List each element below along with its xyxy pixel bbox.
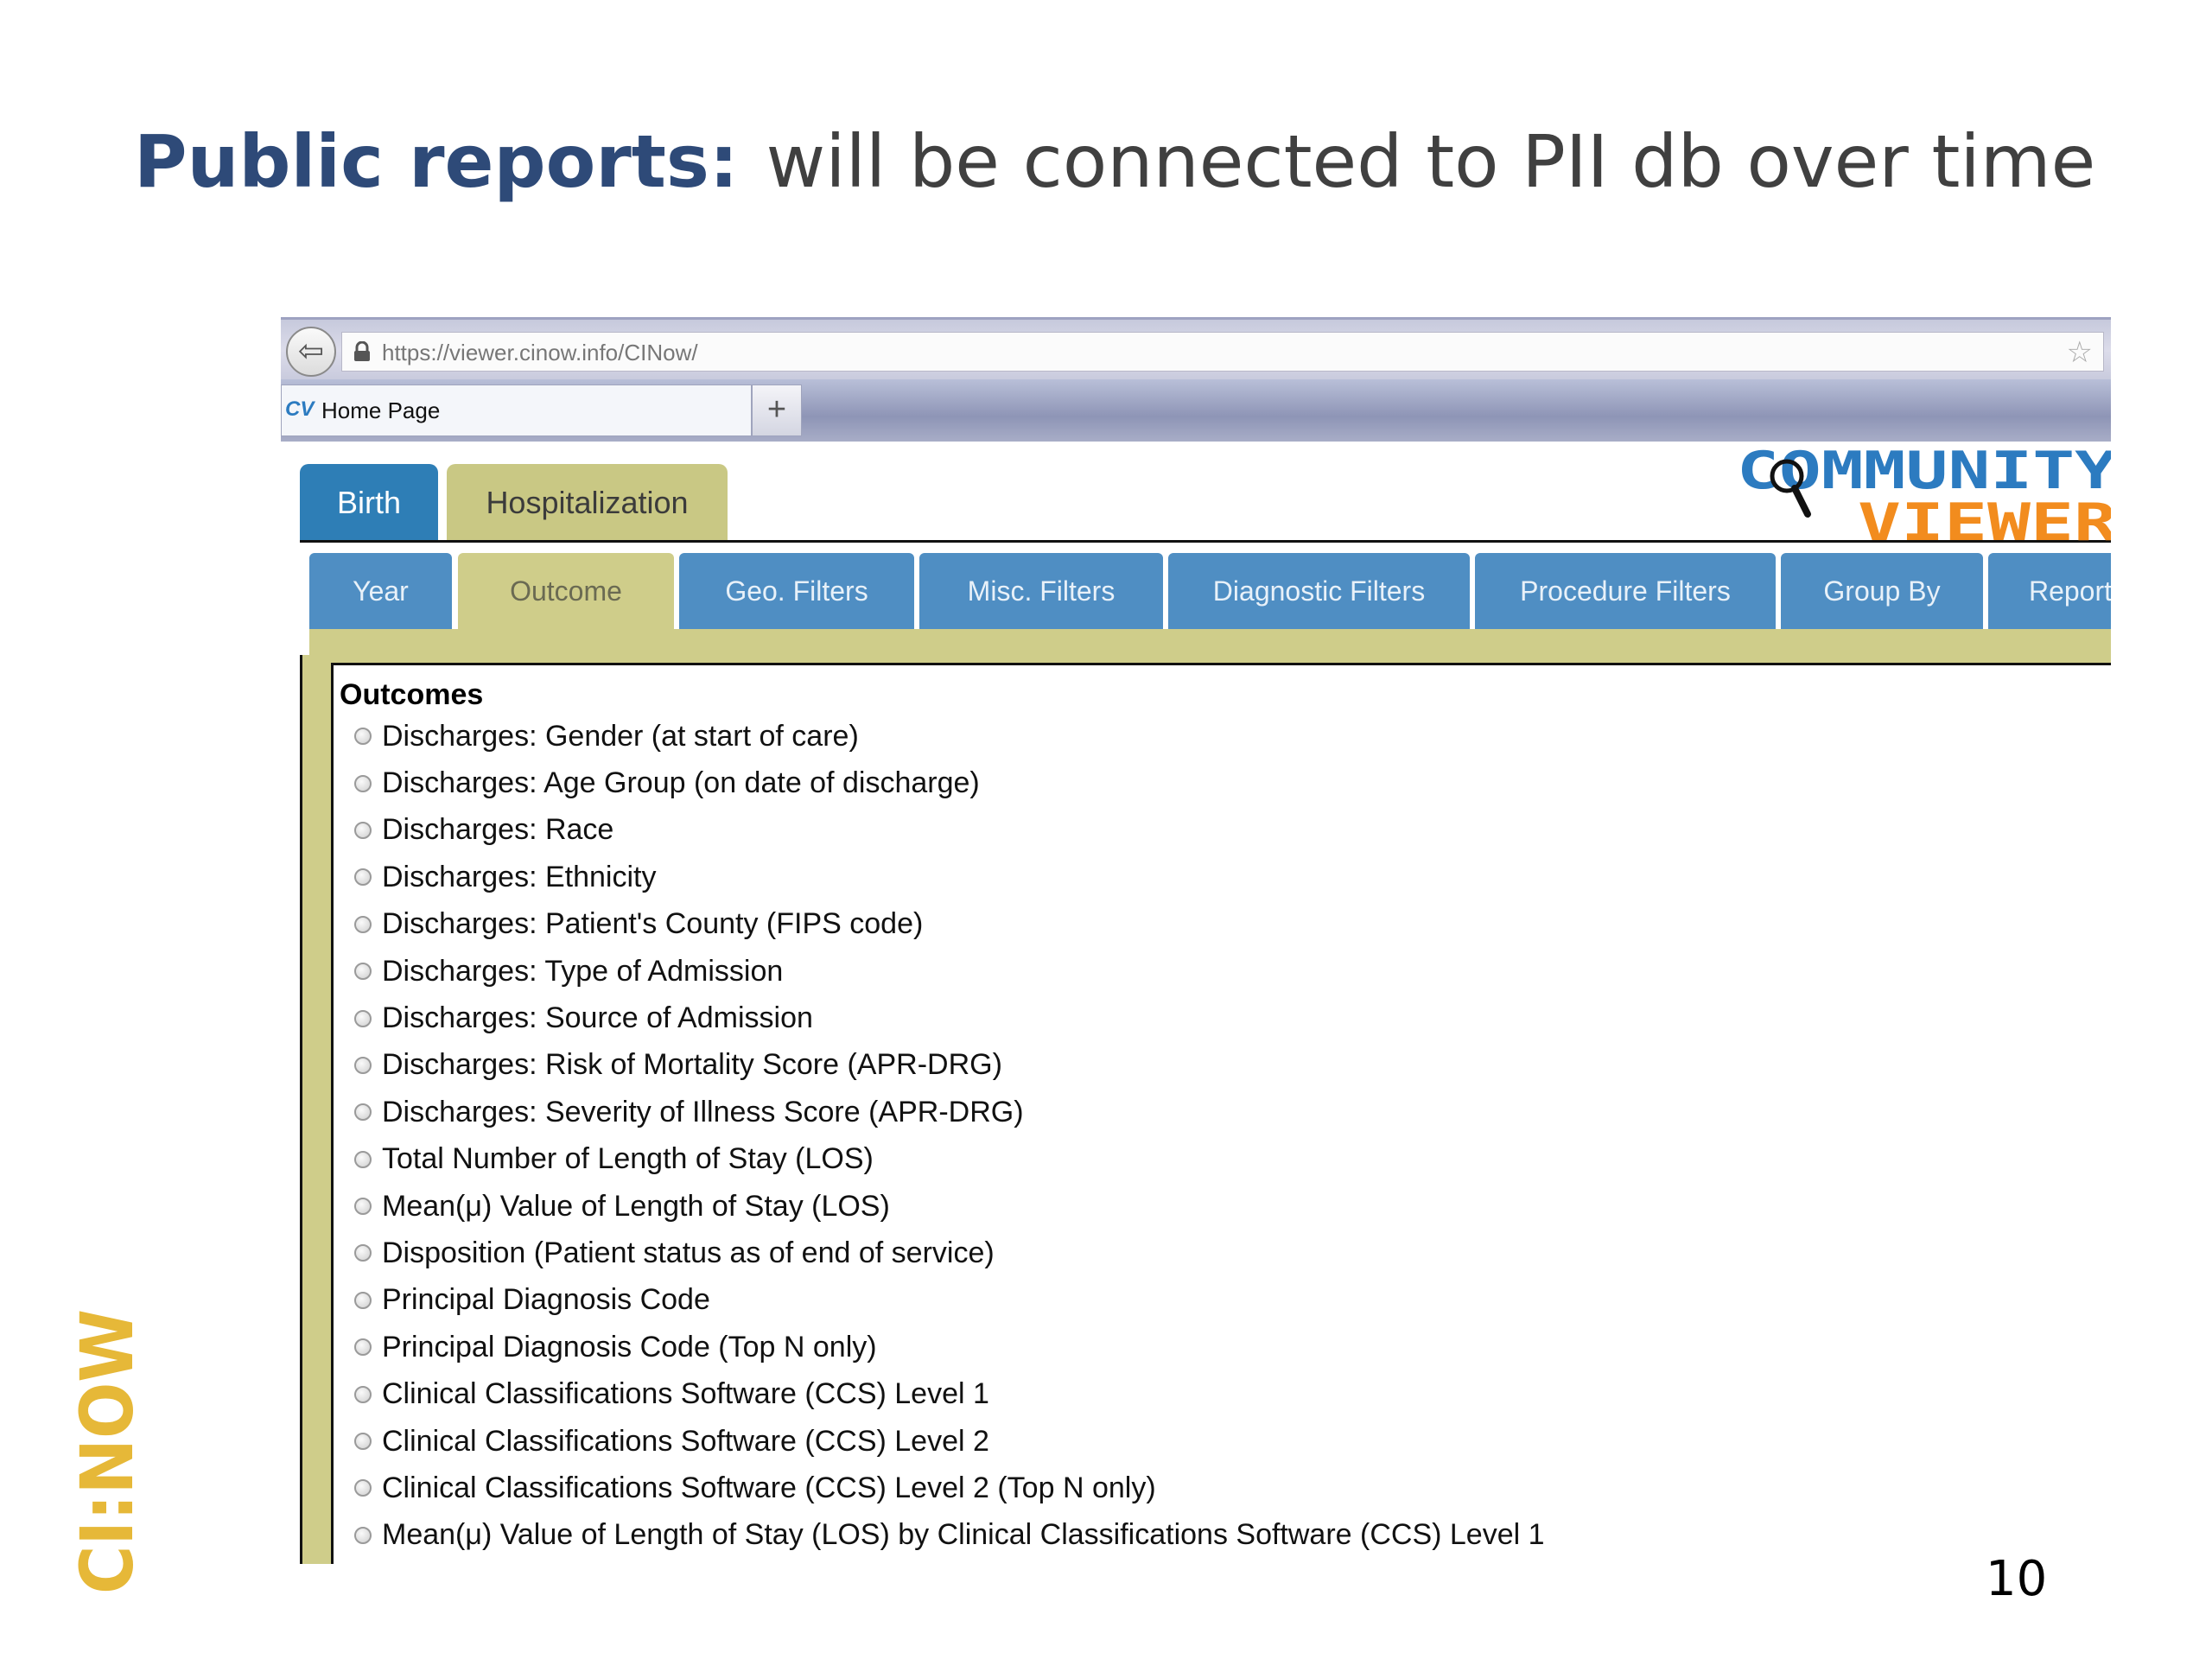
outcome-option[interactable]: Principal Diagnosis Code — [354, 1277, 1545, 1324]
outcome-option[interactable]: Discharges: Type of Admission — [354, 948, 1545, 995]
outcome-label: Principal Diagnosis Code — [382, 1283, 710, 1317]
back-button[interactable]: ⇦ — [286, 327, 336, 377]
outcome-option[interactable]: Mean(μ) Value of Length of Stay (LOS) — [354, 1183, 1545, 1230]
outcome-label: Mean(μ) Value of Length of Stay (LOS) — [382, 1189, 890, 1223]
subtab-year[interactable]: Year — [309, 553, 452, 629]
subtab-diagnostic-filters[interactable]: Diagnostic Filters — [1168, 553, 1470, 629]
outcome-radio[interactable] — [354, 1009, 372, 1027]
subtab-geo-filters[interactable]: Geo. Filters — [679, 553, 914, 629]
outcome-label: Disposition (Patient status as of end of… — [382, 1236, 995, 1269]
outcome-label: Discharges: Type of Admission — [382, 954, 784, 988]
outcome-radio[interactable] — [354, 1056, 372, 1074]
outcome-radio[interactable] — [354, 915, 372, 933]
subtab-outcome[interactable]: Outcome — [458, 553, 674, 629]
outcome-label: Discharges: Gender (at start of care) — [382, 719, 859, 753]
outcome-label: Discharges: Age Group (on date of discha… — [382, 766, 980, 800]
outcome-label: Clinical Classifications Software (CCS) … — [382, 1424, 989, 1458]
subtab-group-by[interactable]: Group By — [1781, 553, 1983, 629]
outcome-radio[interactable] — [354, 728, 372, 746]
outcome-label: Mean(μ) Value of Length of Stay (LOS) by… — [382, 1518, 1545, 1552]
community-viewer-logo: COMMUNITY VIEWER — [1737, 447, 2111, 546]
tab-hospitalization[interactable]: Hospitalization — [447, 464, 728, 542]
bookmark-star-icon[interactable]: ☆ — [2067, 338, 2093, 367]
outcomes-list: Discharges: Gender (at start of care) Dis… — [354, 713, 1545, 1559]
cinow-logo-text: CI:NOW — [65, 1309, 143, 1594]
outcome-option[interactable]: Discharges: Age Group (on date of discha… — [354, 760, 1545, 806]
outcome-option[interactable]: Discharges: Severity of Illness Score (A… — [354, 1089, 1545, 1135]
browser-screenshot: ⇦ https://viewer.cinow.info/CINow/ ☆ CV … — [281, 317, 2111, 1564]
outcome-option[interactable]: Clinical Classifications Software (CCS) … — [354, 1465, 1545, 1511]
cv-favicon-icon: CV — [285, 397, 315, 421]
tab-birth[interactable]: Birth — [300, 464, 438, 542]
subtab-report[interactable]: Report — [1988, 553, 2111, 629]
subtab-procedure-filters[interactable]: Procedure Filters — [1475, 553, 1776, 629]
outcome-label: Clinical Classifications Software (CCS) … — [382, 1471, 1156, 1504]
outcome-option[interactable]: Clinical Classifications Software (CCS) … — [354, 1370, 1545, 1417]
subtab-misc-filters[interactable]: Misc. Filters — [919, 553, 1163, 629]
outcome-radio[interactable] — [354, 1150, 372, 1168]
outcome-label: Total Number of Length of Stay (LOS) — [382, 1142, 874, 1176]
outcome-option[interactable]: Discharges: Race — [354, 807, 1545, 854]
browser-tab-title: Home Page — [321, 397, 441, 423]
outcome-option[interactable]: Discharges: Ethnicity — [354, 854, 1545, 900]
outcome-radio[interactable] — [354, 1526, 372, 1544]
outcome-option[interactable]: Total Number of Length of Stay (LOS) — [354, 1136, 1545, 1183]
outcome-radio[interactable] — [354, 1244, 372, 1262]
outcome-radio[interactable] — [354, 1291, 372, 1309]
outcome-option[interactable]: Clinical Classifications Software (CCS) … — [354, 1418, 1545, 1465]
back-arrow-icon: ⇦ — [297, 333, 325, 368]
page-number: 10 — [1986, 1551, 2048, 1607]
outcome-radio[interactable] — [354, 1433, 372, 1451]
outcome-label: Discharges: Race — [382, 813, 614, 847]
outcome-label: Clinical Classifications Software (CCS) … — [382, 1377, 989, 1411]
browser-tab-row: CV Home Page + — [281, 379, 2111, 442]
outcome-radio[interactable] — [354, 1338, 372, 1357]
outcome-option[interactable]: Discharges: Source of Admission — [354, 995, 1545, 1041]
outcome-radio[interactable] — [354, 774, 372, 792]
outcome-radio[interactable] — [354, 1479, 372, 1497]
url-text: https://viewer.cinow.info/CINow/ — [382, 340, 698, 365]
outcome-option[interactable]: Discharges: Patient's County (FIPS code) — [354, 901, 1545, 948]
outcome-option[interactable]: Discharges: Risk of Mortality Score (APR… — [354, 1042, 1545, 1089]
slide-title-strong: Public reports: — [134, 119, 739, 204]
outcome-label: Discharges: Ethnicity — [382, 860, 657, 893]
outcome-option[interactable]: Disposition (Patient status as of end of… — [354, 1230, 1545, 1276]
new-tab-button[interactable]: + — [752, 385, 802, 436]
outcome-option[interactable]: Principal Diagnosis Code (Top N only) — [354, 1324, 1545, 1370]
browser-address-row: ⇦ https://viewer.cinow.info/CINow/ ☆ — [281, 317, 2111, 382]
outcome-label: Discharges: Risk of Mortality Score (APR… — [382, 1048, 1002, 1082]
logo-line-viewer: VIEWER — [1858, 493, 2111, 546]
outcomes-heading: Outcomes — [340, 678, 484, 711]
outcome-radio[interactable] — [354, 963, 372, 981]
subtab-underline — [309, 629, 2111, 655]
browser-tab-home[interactable]: CV Home Page — [281, 385, 752, 436]
outcome-radio[interactable] — [354, 1385, 372, 1403]
slide-title-rest: will be connected to PII db over time — [766, 119, 2096, 204]
outcome-label: Discharges: Severity of Illness Score (A… — [382, 1095, 1024, 1128]
outcome-option[interactable]: Mean(μ) Value of Length of Stay (LOS) by… — [354, 1512, 1545, 1559]
slide-title: Public reports: will be connected to PII … — [134, 125, 2095, 198]
outcome-radio[interactable] — [354, 1198, 372, 1216]
outcome-radio[interactable] — [354, 868, 372, 887]
address-bar[interactable]: https://viewer.cinow.info/CINow/ ☆ — [341, 332, 2104, 372]
outcome-label: Discharges: Source of Admission — [382, 1001, 813, 1035]
outcome-radio[interactable] — [354, 821, 372, 839]
lock-icon — [354, 341, 370, 361]
outcome-radio[interactable] — [354, 1103, 372, 1122]
cinow-logo: CI:NOW — [65, 1309, 143, 1594]
outcome-label: Principal Diagnosis Code (Top N only) — [382, 1330, 877, 1363]
outcome-label: Discharges: Patient's County (FIPS code) — [382, 907, 924, 941]
outcome-option[interactable]: Discharges: Gender (at start of care) — [354, 713, 1545, 760]
